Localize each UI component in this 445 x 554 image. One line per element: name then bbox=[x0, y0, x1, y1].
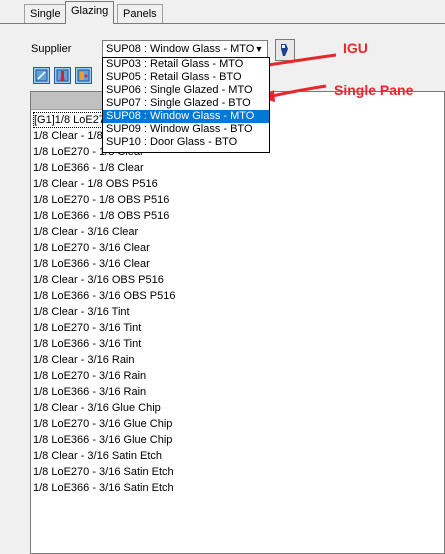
dropdown-option[interactable]: SUP03 : Retail Glass - MTO bbox=[103, 58, 269, 71]
dropdown-option[interactable]: SUP05 : Retail Glass - BTO bbox=[103, 71, 269, 84]
igu-arrow bbox=[261, 53, 337, 68]
dropdown-option[interactable]: SUP07 : Single Glazed - BTO bbox=[103, 97, 269, 110]
single-pane-annotation: Single Pane bbox=[334, 82, 414, 98]
dropdown-option[interactable]: SUP08 : Window Glass - MTO bbox=[103, 110, 269, 123]
single-pane-arrow bbox=[271, 84, 327, 98]
igu-annotation: IGU bbox=[343, 40, 368, 56]
dropdown-option[interactable]: SUP09 : Window Glass - BTO bbox=[103, 123, 269, 136]
dropdown-option[interactable]: SUP10 : Door Glass - BTO bbox=[103, 136, 269, 149]
supplier-dropdown-list[interactable]: SUP03 : Retail Glass - MTO SUP05 : Retail… bbox=[102, 57, 270, 153]
dropdown-option[interactable]: SUP06 : Single Glazed - MTO bbox=[103, 84, 269, 97]
tab-glazing[interactable]: Glazing bbox=[65, 1, 115, 24]
